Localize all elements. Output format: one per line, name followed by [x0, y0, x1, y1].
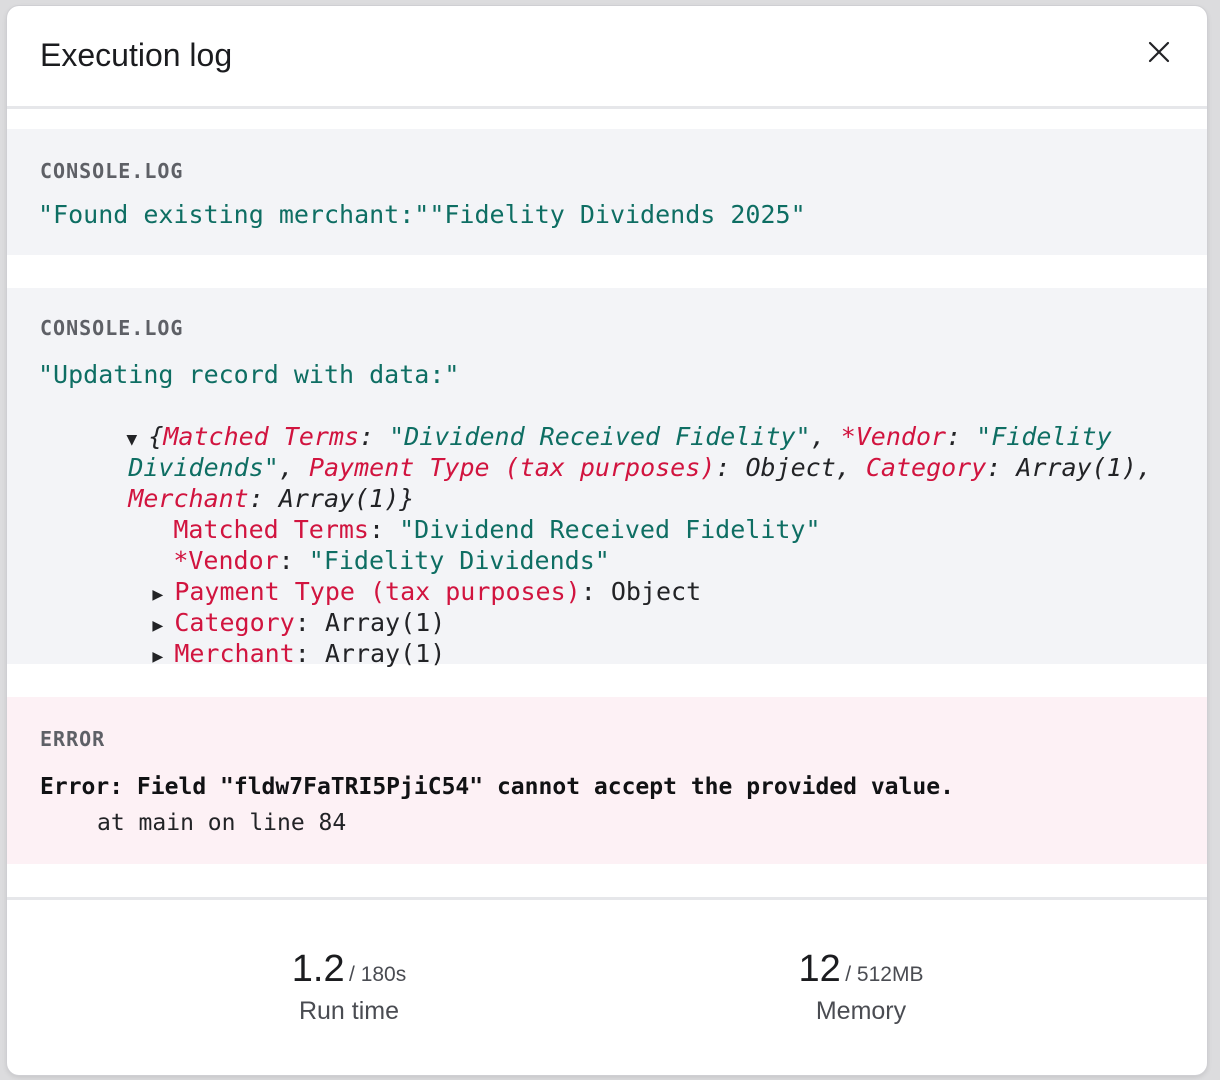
run-time-limit: / 180s: [349, 963, 407, 986]
object-property-expandable[interactable]: ▶ Merchant: Array(1): [62, 607, 445, 668]
log-type-label: CONSOLE.LOG: [40, 316, 184, 340]
log-message: "Found existing merchant:""Fidelity Divi…: [38, 200, 806, 229]
object-summary-line[interactable]: ▼ {Matched Terms: "Dividend Received Fide…: [36, 390, 1111, 451]
object-property: *Vendor: "Fidelity Dividends": [173, 546, 610, 575]
error-stack-trace: at main on line 84: [97, 810, 347, 836]
log-type-label: CONSOLE.LOG: [40, 159, 184, 183]
console-log-entry: CONSOLE.LOG "Found existing merchant:""F…: [7, 129, 1207, 255]
close-button[interactable]: [1141, 34, 1177, 70]
object-summary-line: Merchant: Array(1)}: [128, 484, 415, 513]
object-property: Matched Terms: "Dividend Received Fideli…: [173, 515, 821, 544]
run-time-value: 1.2: [291, 948, 345, 990]
memory-value: 12: [798, 948, 841, 990]
modal-title: Execution log: [40, 37, 233, 73]
modal-header: Execution log: [7, 6, 1207, 109]
memory-limit: / 512MB: [845, 963, 924, 986]
run-time-label: Run time: [298, 997, 400, 1025]
object-property-expandable[interactable]: ▶ Payment Type (tax purposes): Object: [62, 545, 701, 606]
console-log-entry: CONSOLE.LOG "Updating record with data:"…: [7, 288, 1207, 668]
log-message: "Updating record with data:": [38, 360, 460, 389]
error-message: Error: Field "fldw7FaTRI5PjiC54" cannot …: [40, 774, 954, 800]
object-summary-line: Dividends", Payment Type (tax purposes):…: [128, 453, 1152, 482]
object-property-expandable[interactable]: ▶ Category: Array(1): [62, 576, 445, 637]
close-icon: [1148, 41, 1170, 63]
log-type-label: ERROR: [40, 727, 106, 751]
triangle-right-icon[interactable]: ▶: [152, 641, 174, 672]
memory-label: Memory: [815, 997, 907, 1025]
stats-footer: 1.2 / 180s Run time 12 / 512MB Memory: [7, 897, 1207, 1075]
memory-stat: 12 / 512MB Memory: [711, 948, 1011, 1026]
execution-log-modal: Execution log CONSOLE.LOG "Found existin…: [7, 6, 1207, 1075]
run-time-stat: 1.2 / 180s Run time: [199, 948, 499, 1026]
error-entry: ERROR Error: Field "fldw7FaTRI5PjiC54" c…: [7, 697, 1207, 864]
